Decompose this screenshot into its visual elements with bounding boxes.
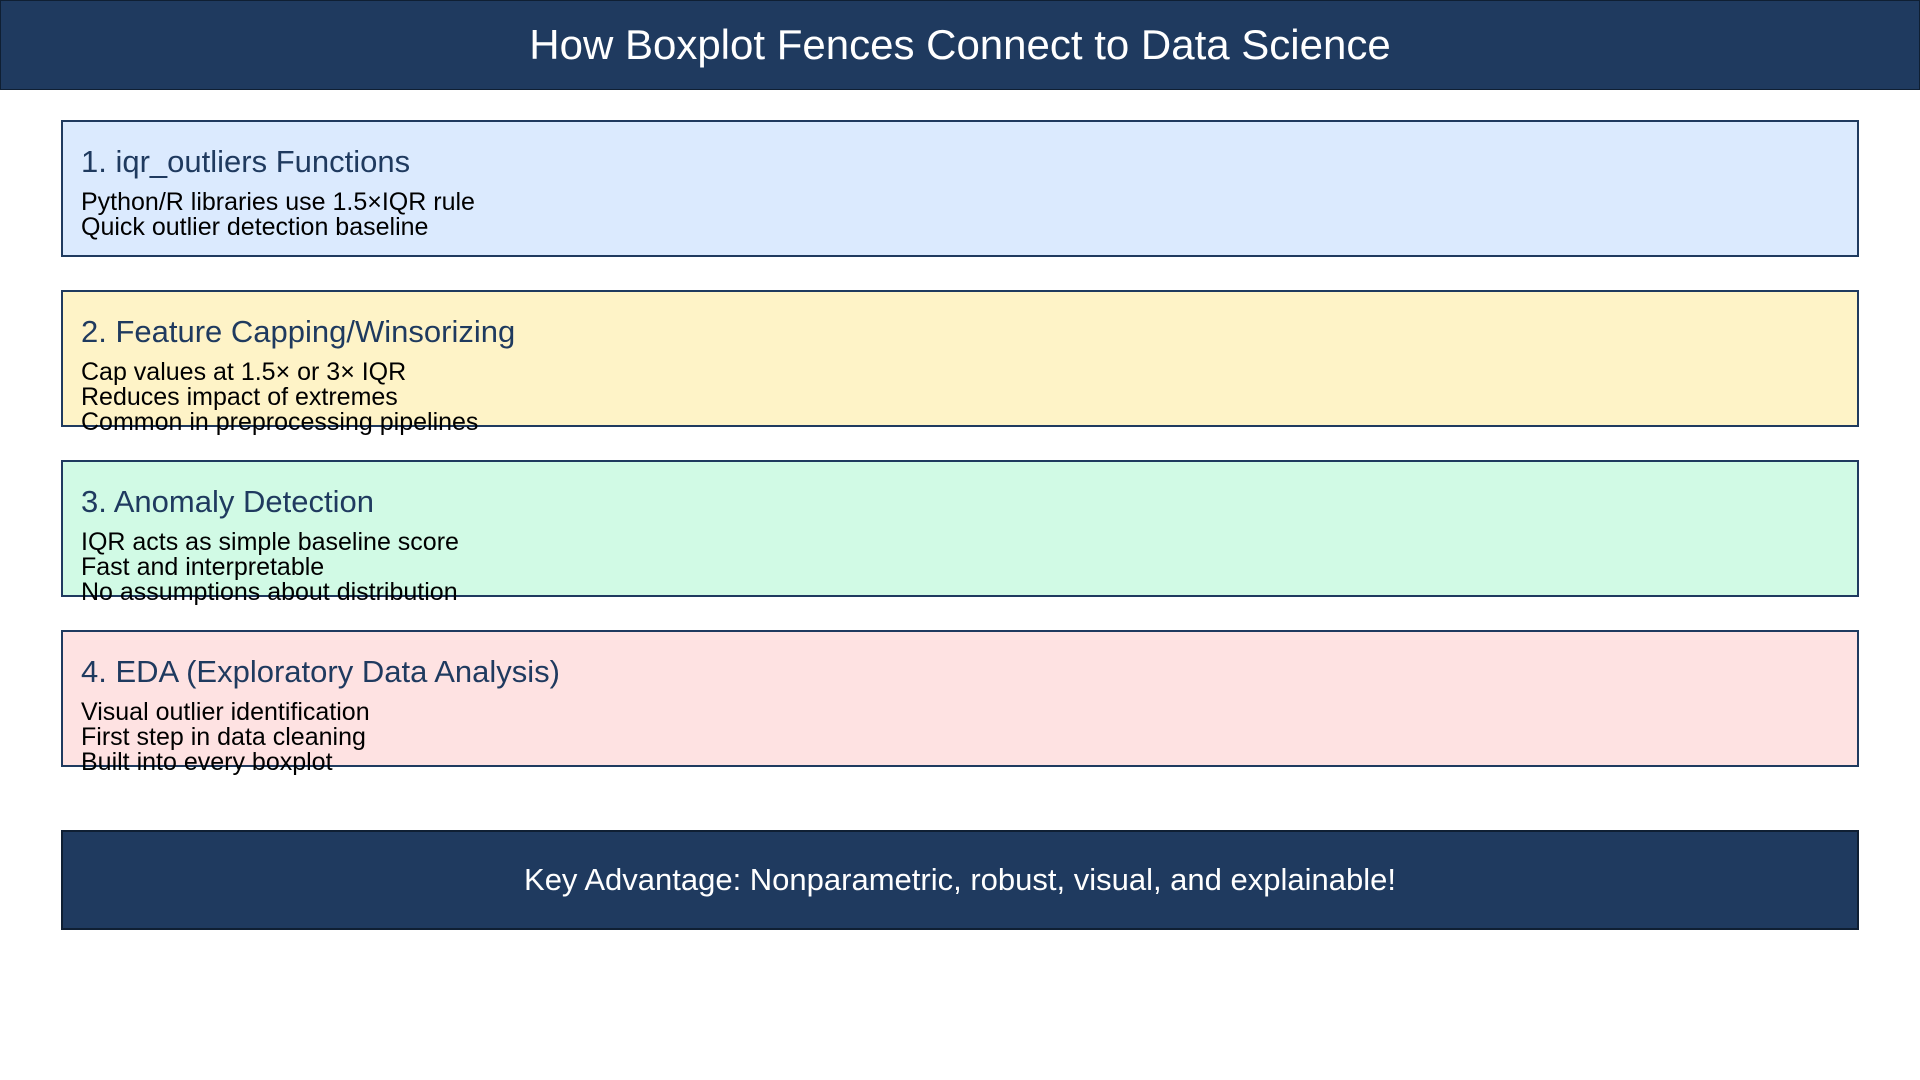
card-feature-capping: 2. Feature Capping/Winsorizing Cap value… bbox=[61, 290, 1859, 435]
card-lines: Visual outlier identification First step… bbox=[81, 700, 370, 775]
card-line: No assumptions about distribution bbox=[81, 578, 458, 606]
card-line: Built into every boxplot bbox=[81, 748, 333, 776]
card-line: Python/R libraries use 1.5×IQR rule bbox=[81, 188, 475, 216]
card-line: Visual outlier identification bbox=[81, 698, 370, 726]
card-lines: Python/R libraries use 1.5×IQR rule Quic… bbox=[81, 190, 475, 240]
card-line: Quick outlier detection baseline bbox=[81, 213, 429, 241]
card-eda: 4. EDA (Exploratory Data Analysis) Visua… bbox=[61, 630, 1859, 775]
card-iqr-outliers: 1. iqr_outliers Functions Python/R libra… bbox=[61, 120, 1859, 257]
card-line: Common in preprocessing pipelines bbox=[81, 408, 479, 436]
card-title: 2. Feature Capping/Winsorizing bbox=[81, 314, 516, 349]
diagram-page: How Boxplot Fences Connect to Data Scien… bbox=[0, 0, 1920, 1080]
key-advantage-banner: Key Advantage: Nonparametric, robust, vi… bbox=[61, 830, 1859, 930]
card-line: Cap values at 1.5× or 3× IQR bbox=[81, 358, 407, 386]
card-title: 1. iqr_outliers Functions bbox=[81, 144, 411, 179]
card-line: Fast and interpretable bbox=[81, 553, 325, 581]
page-title: How Boxplot Fences Connect to Data Scien… bbox=[529, 21, 1391, 68]
card-line: IQR acts as simple baseline score bbox=[81, 528, 459, 556]
key-advantage-text: Key Advantage: Nonparametric, robust, vi… bbox=[524, 862, 1396, 897]
card-title: 3. Anomaly Detection bbox=[81, 484, 374, 519]
card-lines: Cap values at 1.5× or 3× IQR Reduces imp… bbox=[81, 360, 478, 435]
card-lines: IQR acts as simple baseline score Fast a… bbox=[81, 530, 459, 605]
header-bar: How Boxplot Fences Connect to Data Scien… bbox=[0, 0, 1920, 90]
card-title: 4. EDA (Exploratory Data Analysis) bbox=[81, 654, 560, 689]
card-line: First step in data cleaning bbox=[81, 723, 366, 751]
card-line: Reduces impact of extremes bbox=[81, 383, 398, 411]
card-anomaly-detection: 3. Anomaly Detection IQR acts as simple … bbox=[61, 460, 1859, 605]
